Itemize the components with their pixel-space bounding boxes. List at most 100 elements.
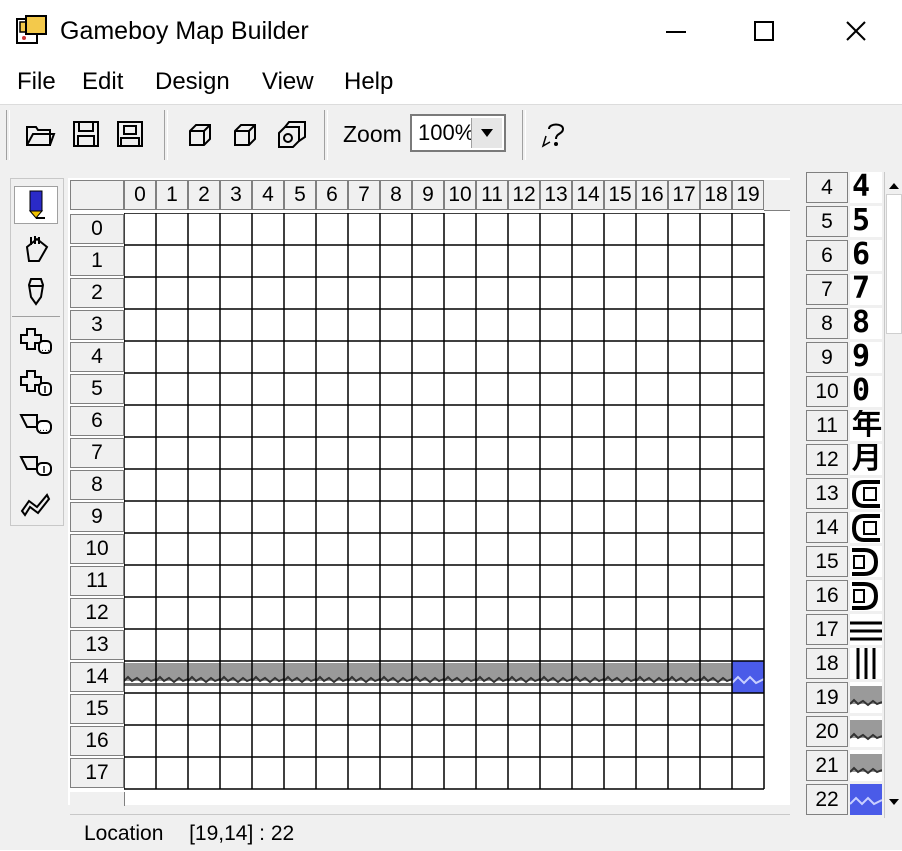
ground-tile[interactable] [315,663,349,686]
ground-tile[interactable] [475,663,509,686]
menu-view[interactable]: View [262,66,314,98]
ground-tile[interactable] [347,663,381,686]
palette-tile[interactable] [850,682,882,713]
insert-column-button[interactable]: … [14,322,58,360]
window-title: Gameboy Map Builder [60,17,309,45]
dropper-tool-button[interactable] [14,272,58,310]
scroll-down-icon[interactable] [886,790,902,814]
pencil-tool-button[interactable] [14,186,58,224]
row-header-filler [70,792,125,806]
save-button[interactable] [68,116,104,152]
properties-button[interactable] [14,486,58,524]
palette-tile-number[interactable]: 5 [806,206,848,237]
palette-tile-number[interactable]: 19 [806,682,848,713]
menu-design[interactable]: Design [155,66,230,98]
delete-row-button[interactable] [14,446,58,484]
row-header: 8 [70,470,124,500]
palette-tile[interactable] [850,750,882,781]
palette-tile-number[interactable]: 16 [806,580,848,611]
column-header: 15 [604,180,636,210]
close-button[interactable] [826,6,886,56]
palette-tile-number[interactable]: 11 [806,410,848,441]
ground-tile[interactable] [155,663,189,686]
palette-tile[interactable] [850,546,882,577]
toolbar-separator [324,110,328,160]
palette-tile-number[interactable]: 14 [806,512,848,543]
palette-tile[interactable] [850,512,882,543]
palette-tile[interactable] [850,614,882,645]
insert-row-button[interactable] [14,364,58,402]
palette-tile-number[interactable]: 6 [806,240,848,271]
ground-tile[interactable] [219,663,253,686]
ground-tile[interactable] [667,663,701,686]
menu-edit[interactable]: Edit [82,66,123,98]
ground-tile[interactable] [251,663,285,686]
delete-column-button[interactable]: … [14,404,58,442]
palette-tile-number[interactable]: 8 [806,308,848,339]
row-header: 9 [70,502,124,532]
help-button[interactable] [538,116,574,152]
palette-tile[interactable]: 8 [850,308,882,339]
ground-tile[interactable] [571,663,605,686]
copy-layer-button[interactable] [182,116,218,152]
palette-tile-number[interactable]: 22 [806,784,848,815]
menu-help[interactable]: Help [344,66,393,98]
svg-text:…: … [41,344,50,354]
palette-tile-number[interactable]: 7 [806,274,848,305]
ground-tile[interactable] [603,663,637,686]
ground-tile[interactable] [187,663,221,686]
palette-tile[interactable]: 月 [850,444,882,475]
ground-tile[interactable] [124,663,157,686]
ground-tile[interactable] [443,663,477,686]
palette-tile-number[interactable]: 12 [806,444,848,475]
ground-tile[interactable] [699,663,733,686]
zoom-select[interactable]: 100% [410,114,506,152]
palette-tile-number[interactable]: 10 [806,376,848,407]
ground-tile[interactable] [379,663,413,686]
palette-tile[interactable]: 5 [850,206,882,237]
open-button[interactable] [22,116,58,152]
scroll-thumb[interactable] [886,194,902,334]
insert-column-icon: … [20,328,52,354]
maximize-button[interactable] [734,6,794,56]
paste-layer-button[interactable] [228,116,264,152]
palette-tile[interactable]: 年 [850,410,882,441]
palette-tile[interactable]: 7 [850,274,882,305]
maximize-icon [754,21,774,41]
ground-tile[interactable] [635,663,669,686]
palette-tile-number[interactable]: 20 [806,716,848,747]
menu-file[interactable]: File [17,66,56,98]
palette-tile[interactable] [850,580,882,611]
palette-tile-number[interactable]: 4 [806,172,848,203]
minimize-button[interactable] [646,6,706,56]
ground-tile[interactable] [283,663,317,686]
map-grid[interactable] [124,213,766,793]
palette-tile-number[interactable]: 9 [806,342,848,373]
palette-tile[interactable] [850,478,882,509]
column-header: 11 [476,180,508,210]
palette-tile[interactable]: 4 [850,172,882,203]
save-as-button[interactable] [112,116,148,152]
palette-tile-number[interactable]: 17 [806,614,848,645]
palette-tile[interactable] [850,648,882,679]
ground-tile[interactable] [411,663,445,686]
palette-tile[interactable]: 9 [850,342,882,373]
ground-tile[interactable] [539,663,573,686]
ground-tile[interactable] [507,663,541,686]
palette-tile[interactable] [850,716,882,747]
layers-button[interactable] [274,116,310,152]
water-tile[interactable] [731,661,765,693]
palette-tile-number[interactable]: 18 [806,648,848,679]
palette-tile[interactable]: 0 [850,376,882,407]
bucket-tool-button[interactable] [14,230,58,268]
toolbar-separator [164,110,168,160]
palette-tile[interactable]: 6 [850,240,882,271]
palette-tile-number[interactable]: 13 [806,478,848,509]
palette-tile-number[interactable]: 21 [806,750,848,781]
chevron-down-icon[interactable] [471,118,502,148]
column-header: 17 [668,180,700,210]
column-header: 5 [284,180,316,210]
row-header: 14 [70,662,124,692]
palette-tile-number[interactable]: 15 [806,546,848,577]
palette-tile[interactable] [850,784,882,815]
